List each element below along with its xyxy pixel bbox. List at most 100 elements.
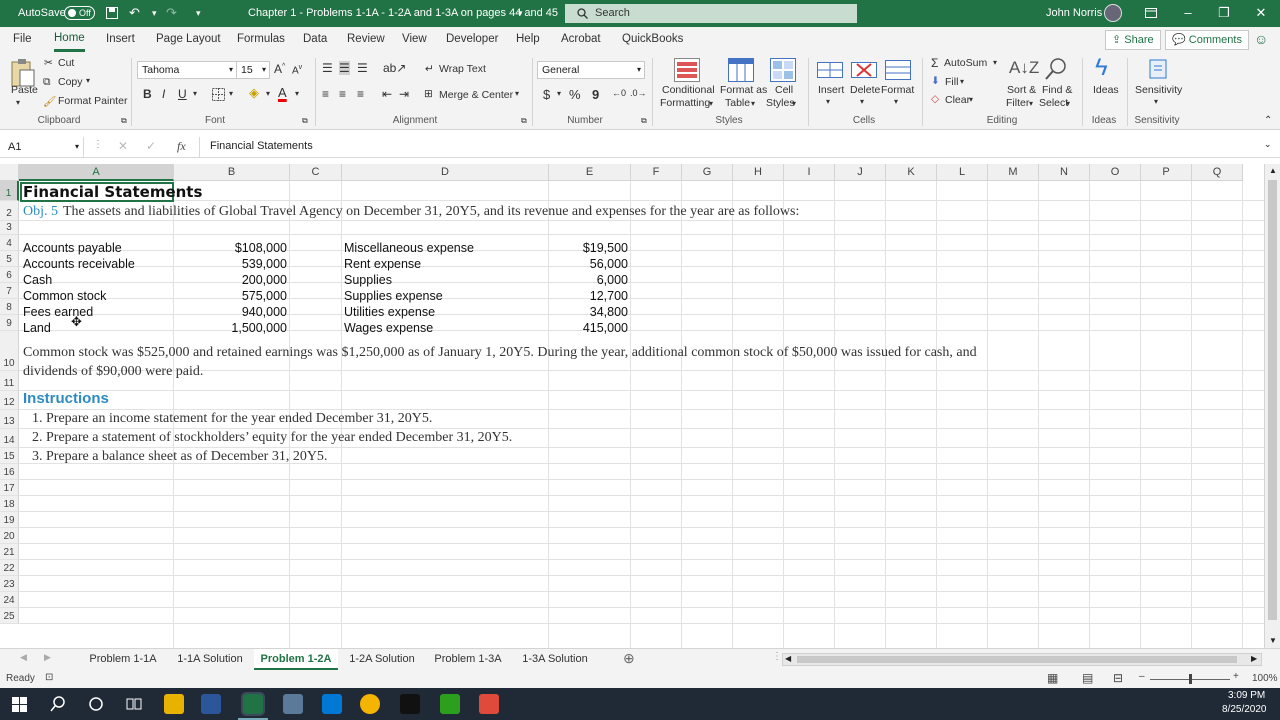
- file-explorer-icon[interactable]: [164, 694, 184, 714]
- column-header-n[interactable]: N: [1039, 164, 1090, 181]
- bold-button[interactable]: B: [143, 87, 152, 101]
- chevron-down-icon[interactable]: ▾: [969, 95, 973, 104]
- row-header-12[interactable]: 12: [0, 391, 19, 410]
- next-sheet-icon[interactable]: ▶: [44, 652, 51, 663]
- tab-file[interactable]: File: [13, 27, 32, 51]
- font-name-dropdown[interactable]: Tahoma ▾: [137, 61, 237, 79]
- right-item-value[interactable]: 34,800: [550, 305, 628, 319]
- copy-button[interactable]: Copy: [58, 76, 83, 88]
- find-select-label[interactable]: Find &: [1042, 84, 1072, 96]
- tab-quickbooks[interactable]: QuickBooks: [622, 27, 683, 51]
- column-header-c[interactable]: C: [290, 164, 342, 181]
- left-item-label[interactable]: Fees earned: [23, 305, 93, 319]
- row-header-9[interactable]: 9: [0, 315, 19, 331]
- conditional-formatting-label[interactable]: Conditional: [662, 84, 715, 96]
- left-item-label[interactable]: Accounts payable: [23, 241, 122, 255]
- comma-button[interactable]: 9: [592, 87, 599, 102]
- chevron-down-icon[interactable]: ▾: [826, 97, 830, 106]
- autosum-icon[interactable]: Σ: [931, 56, 938, 70]
- right-item-label[interactable]: Miscellaneous expense: [344, 241, 474, 255]
- more-icon[interactable]: ⋮: [93, 139, 103, 150]
- insert-cells-button[interactable]: Insert: [818, 84, 844, 96]
- sheet-tab-active[interactable]: Problem 1-2A: [254, 649, 338, 670]
- redo-icon[interactable]: ↷: [166, 0, 177, 26]
- wrap-text-icon[interactable]: ↵: [425, 63, 434, 75]
- sheet-tab[interactable]: Problem 1-3A: [426, 649, 510, 670]
- cortana-icon[interactable]: [88, 696, 104, 712]
- tab-formulas[interactable]: Formulas: [237, 27, 285, 51]
- prev-sheet-icon[interactable]: ◀: [20, 652, 27, 663]
- clear-button[interactable]: Clear: [945, 94, 970, 106]
- right-item-value[interactable]: 6,000: [550, 273, 628, 287]
- minimize-icon[interactable]: –: [1170, 0, 1206, 26]
- align-top-icon[interactable]: ☰: [322, 61, 333, 75]
- title-dropdown-icon[interactable]: ▾: [518, 0, 523, 26]
- instruction-item[interactable]: 1. Prepare an income statement for the y…: [32, 411, 432, 427]
- clock-time[interactable]: 3:09 PM: [1228, 690, 1265, 701]
- row-header-3[interactable]: 3: [0, 221, 19, 235]
- horizontal-scrollbar[interactable]: ◀ ▶: [782, 653, 1262, 666]
- row-header-5[interactable]: 5: [0, 251, 19, 267]
- align-bottom-icon[interactable]: ☰: [357, 61, 368, 75]
- fill-color-dropdown-icon[interactable]: ▾: [266, 89, 270, 98]
- cut-icon[interactable]: ✂: [44, 57, 53, 69]
- comments-button[interactable]: 💬 Comments: [1165, 30, 1249, 50]
- orientation-icon[interactable]: ab↗: [383, 61, 406, 75]
- row-header-6[interactable]: 6: [0, 267, 19, 283]
- column-header-b[interactable]: B: [174, 164, 290, 181]
- autosum-button[interactable]: AutoSum: [944, 57, 987, 69]
- excel-icon[interactable]: [241, 692, 265, 716]
- problem-intro[interactable]: The assets and liabilities of Global Tra…: [63, 204, 799, 220]
- format-painter-button[interactable]: Format Painter: [58, 95, 127, 107]
- increase-decimal-icon[interactable]: ←0: [612, 88, 626, 98]
- app-icon[interactable]: [283, 694, 303, 714]
- left-item-value[interactable]: 1,500,000: [176, 321, 287, 335]
- row-header-19[interactable]: 19: [0, 512, 19, 528]
- left-item-label[interactable]: Common stock: [23, 289, 106, 303]
- scroll-left-icon[interactable]: ◀: [785, 654, 791, 663]
- borders-dropdown-icon[interactable]: ▾: [229, 89, 233, 98]
- column-header-k[interactable]: K: [886, 164, 937, 181]
- chevron-down-icon[interactable]: ▾: [993, 58, 997, 67]
- left-item-value[interactable]: $108,000: [176, 241, 287, 255]
- tab-view[interactable]: View: [402, 27, 427, 51]
- app-icon[interactable]: [479, 694, 499, 714]
- column-header-a[interactable]: A: [19, 164, 174, 181]
- increase-indent-icon[interactable]: ⇥: [399, 87, 409, 101]
- chevron-down-icon[interactable]: ▾: [894, 97, 898, 106]
- row-header-22[interactable]: 22: [0, 560, 19, 576]
- format-as-table-label[interactable]: Format as: [720, 84, 767, 96]
- conditional-formatting-icon[interactable]: [674, 58, 700, 82]
- page-break-view-icon[interactable]: ⊟: [1113, 671, 1123, 685]
- scroll-right-icon[interactable]: ▶: [1251, 654, 1257, 663]
- row-header-8[interactable]: 8: [0, 299, 19, 315]
- zoom-out-icon[interactable]: –: [1139, 671, 1145, 682]
- decrease-font-icon[interactable]: Av: [292, 64, 302, 76]
- formula-content[interactable]: Financial Statements: [210, 140, 313, 152]
- left-item-label[interactable]: Accounts receivable: [23, 257, 135, 271]
- zoom-in-icon[interactable]: +: [1233, 671, 1239, 682]
- underline-dropdown-icon[interactable]: ▾: [193, 89, 197, 98]
- enter-icon[interactable]: ✓: [146, 139, 156, 153]
- right-item-value[interactable]: 12,700: [550, 289, 628, 303]
- collapse-ribbon-icon[interactable]: ⌃: [1264, 115, 1272, 126]
- find-select-icon[interactable]: [1044, 57, 1068, 81]
- chevron-down-icon[interactable]: ▾: [860, 97, 864, 106]
- tab-insert[interactable]: Insert: [106, 27, 135, 51]
- currency-button[interactable]: $: [543, 87, 550, 102]
- chevron-down-icon[interactable]: ▾: [792, 99, 796, 108]
- row-header-11[interactable]: 11: [0, 371, 19, 391]
- right-item-value[interactable]: 415,000: [550, 321, 628, 335]
- column-header-p[interactable]: P: [1141, 164, 1192, 181]
- delete-cells-button[interactable]: Delete: [850, 84, 880, 96]
- undo-icon[interactable]: ↶: [129, 0, 140, 26]
- quickbooks-icon[interactable]: [440, 694, 460, 714]
- scroll-up-icon[interactable]: ▲: [1269, 166, 1277, 175]
- scroll-down-icon[interactable]: ▼: [1269, 636, 1277, 645]
- column-header-o[interactable]: O: [1090, 164, 1141, 181]
- merge-dropdown-icon[interactable]: ▾: [515, 89, 519, 98]
- decrease-decimal-icon[interactable]: .0→: [630, 88, 647, 98]
- right-item-label[interactable]: Supplies: [344, 273, 392, 287]
- normal-view-icon[interactable]: ▦: [1047, 671, 1058, 685]
- cut-button[interactable]: Cut: [58, 57, 74, 69]
